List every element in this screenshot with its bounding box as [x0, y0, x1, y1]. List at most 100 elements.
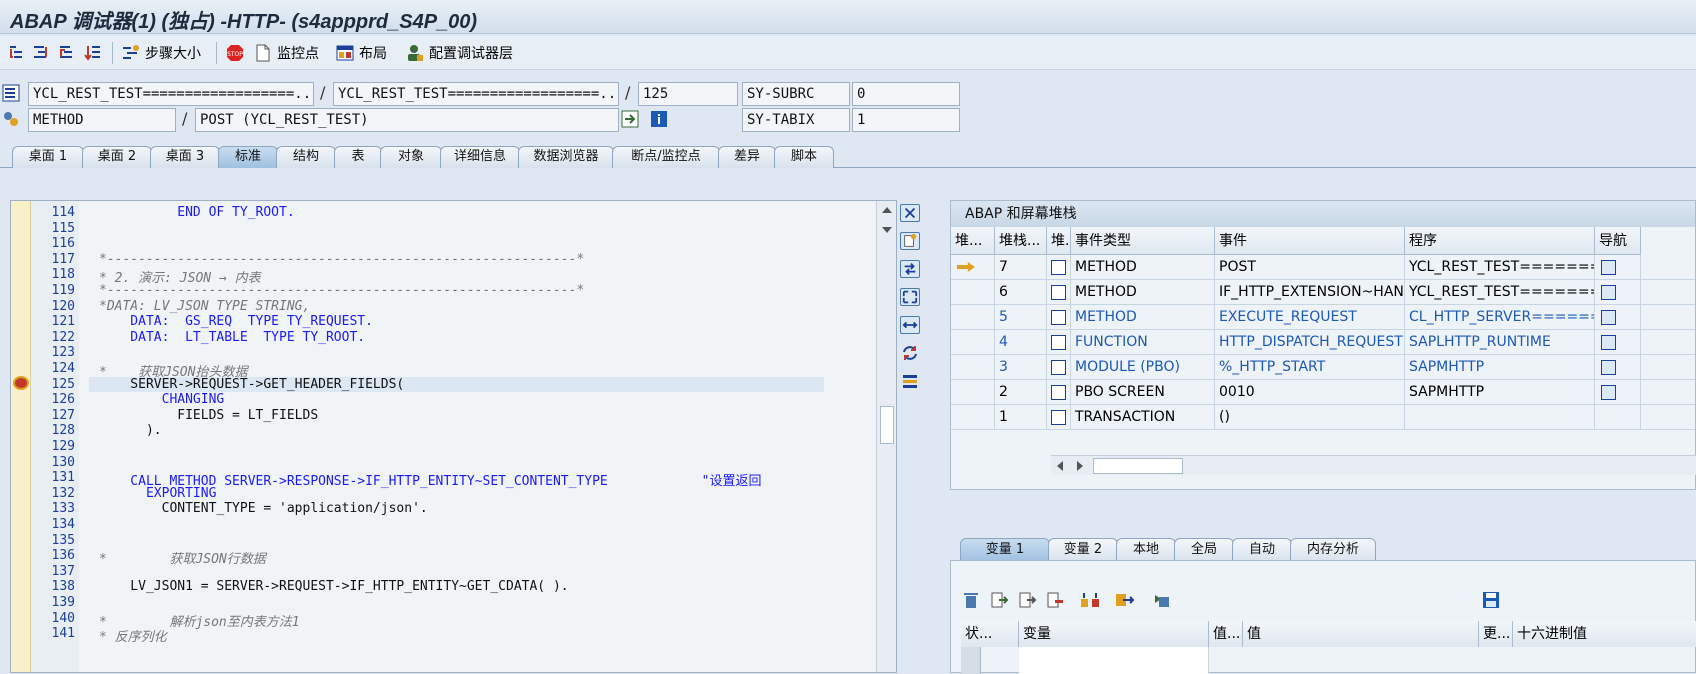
variable-tab-4[interactable]: 全局 — [1174, 538, 1234, 562]
code-line[interactable]: LV_JSON1 = SERVER->REQUEST->IF_HTTP_ENTI… — [99, 579, 568, 594]
navigate-icon[interactable] — [621, 110, 639, 128]
delete-icon[interactable] — [961, 591, 981, 609]
line-number-field[interactable]: 125 — [638, 82, 738, 106]
variable-input-cell[interactable] — [1019, 647, 1209, 674]
tab-3[interactable]: 桌面 3 — [150, 146, 220, 168]
tab-4[interactable]: 标准 — [218, 146, 278, 168]
stack-row[interactable]: 3 MODULE (PBO) %_HTTP_START SAPMHTTP — [951, 355, 1695, 380]
stack-column-header[interactable]: 堆... — [1047, 227, 1071, 255]
tab-10[interactable]: 断点/监控点 — [612, 146, 720, 168]
code-line[interactable]: CHANGING — [99, 392, 225, 407]
export-icon[interactable] — [1113, 591, 1135, 609]
tab-12[interactable]: 脚本 — [774, 146, 834, 168]
edit-row-icon[interactable] — [1017, 591, 1037, 609]
stack-row[interactable]: 7 METHOD POST YCL_REST_TEST=======... — [951, 255, 1695, 280]
stack-row[interactable]: 5 METHOD EXECUTE_REQUEST CL_HTTP_SERVER====… — [951, 305, 1695, 330]
editor-vertical-scrollbar[interactable] — [876, 201, 896, 672]
code-line[interactable]: * 反序列化 — [99, 626, 167, 645]
close-window-icon[interactable] — [900, 204, 920, 222]
breakpoint-gutter[interactable] — [11, 201, 31, 672]
stack-column-header[interactable]: 事件 — [1215, 227, 1405, 255]
code-line[interactable]: ). — [99, 423, 162, 438]
stack-row[interactable]: 2 PBO SCREEN 0010 SAPMHTTP — [951, 380, 1695, 405]
layout-button[interactable]: 布局 — [336, 42, 387, 64]
code-line[interactable]: DATA: LT_TABLE TYPE TY_ROOT. — [99, 330, 365, 345]
navigate-icon[interactable] — [1601, 360, 1616, 375]
step-size-button[interactable]: 步骤大小 — [122, 42, 201, 64]
save-icon[interactable] — [1481, 591, 1501, 609]
navigate-icon[interactable] — [1601, 335, 1616, 350]
stack-column-header[interactable]: 事件类型 — [1071, 227, 1215, 255]
sysvar-name-field-2[interactable]: SY-TABIX — [742, 108, 850, 132]
new-document-icon[interactable] — [900, 232, 920, 250]
step-into-button[interactable] — [8, 42, 26, 64]
code-line[interactable]: *---------------------------------------… — [99, 252, 584, 267]
variable-tab-3[interactable]: 本地 — [1116, 538, 1176, 562]
variable-column-header[interactable]: 值... — [1209, 621, 1243, 647]
code-line[interactable]: DATA: GS_REQ TYPE TY_REQUEST. — [99, 314, 373, 329]
tab-11[interactable]: 差异 — [718, 146, 776, 168]
remove-row-icon[interactable] — [1045, 591, 1065, 609]
tab-6[interactable]: 表 — [334, 146, 382, 168]
code-line[interactable]: EXPORTING — [99, 486, 216, 501]
navigate-icon[interactable] — [1601, 310, 1616, 325]
code-line[interactable]: END OF TY_ROOT. — [99, 205, 294, 220]
stack-column-header[interactable]: 导航 — [1595, 227, 1641, 255]
variable-tab-2[interactable]: 变量 2 — [1048, 538, 1118, 562]
insert-row-icon[interactable] — [989, 591, 1009, 609]
variable-column-header[interactable]: 值 — [1243, 621, 1479, 647]
scroll-left-icon[interactable] — [1057, 461, 1063, 471]
maximize-icon[interactable] — [900, 288, 920, 306]
sysvar-value-field-1[interactable]: 0 — [852, 82, 960, 106]
tab-7[interactable]: 对象 — [380, 146, 442, 168]
main-program-field[interactable]: YCL_REST_TEST==================... — [28, 82, 314, 106]
configure-layers-button[interactable]: 配置调试器层 — [406, 42, 513, 64]
stack-horizontal-scrollbar[interactable] — [1051, 455, 1696, 475]
code-line[interactable]: SERVER->REQUEST->GET_HEADER_FIELDS( — [89, 377, 824, 392]
row-selector-column[interactable] — [961, 647, 981, 674]
scroll-right-icon[interactable] — [1077, 461, 1083, 471]
breakpoint-icon[interactable] — [13, 376, 29, 390]
info-icon[interactable] — [650, 110, 668, 128]
refresh-icon[interactable] — [900, 344, 920, 362]
code-line[interactable]: *---------------------------------------… — [99, 283, 584, 298]
variable-column-header[interactable]: 状... — [961, 621, 1019, 647]
stack-row[interactable]: 6 METHODIF_HTTP_EXTENSION~HAND...YCL_REST… — [951, 280, 1695, 305]
continue-button[interactable] — [84, 42, 102, 64]
sysvar-value-field-2[interactable]: 1 — [852, 108, 960, 132]
watchpoint-button[interactable]: 监控点 — [254, 42, 319, 64]
stop-button[interactable]: STOP — [226, 42, 244, 64]
include-program-field[interactable]: YCL_REST_TEST==================... — [333, 82, 619, 106]
variable-column-header[interactable]: 更... — [1479, 621, 1513, 647]
navigate-icon[interactable] — [1601, 385, 1616, 400]
load-icon[interactable] — [1151, 591, 1173, 609]
swap-icon[interactable] — [900, 260, 920, 278]
variable-column-header[interactable]: 变量 — [1019, 621, 1209, 647]
stack-column-header[interactable]: 程序 — [1405, 227, 1595, 255]
stack-row[interactable]: 4 FUNCTION HTTP_DISPATCH_REQUEST SAPLHTTP_R… — [951, 330, 1695, 355]
scroll-down-icon[interactable] — [882, 227, 892, 233]
tab-9[interactable]: 数据浏览器 — [518, 146, 614, 168]
scroll-thumb[interactable] — [880, 406, 894, 444]
resize-horizontal-icon[interactable] — [900, 316, 920, 334]
code-line[interactable]: *DATA: LV_JSON TYPE STRING, — [99, 299, 310, 314]
settings-icon[interactable] — [900, 372, 920, 390]
return-button[interactable] — [58, 42, 76, 64]
variable-column-header[interactable]: 十六进制值 — [1513, 621, 1696, 647]
variable-tab-1[interactable]: 变量 1 — [960, 538, 1050, 562]
transfer-icon[interactable] — [1079, 591, 1101, 609]
step-over-button[interactable] — [32, 42, 50, 64]
variable-tab-5[interactable]: 自动 — [1232, 538, 1292, 562]
code-line[interactable]: CONTENT_TYPE = 'application/json'. — [99, 501, 428, 516]
tab-8[interactable]: 详细信息 — [440, 146, 520, 168]
tab-5[interactable]: 结构 — [276, 146, 336, 168]
navigate-icon[interactable] — [1601, 285, 1616, 300]
navigate-icon[interactable] — [1601, 260, 1616, 275]
stack-column-header[interactable]: 堆... — [951, 227, 995, 255]
source-code-editor[interactable]: 114 115 116 117 118 119 120 121 122 123 124 125 126 1… — [10, 200, 897, 673]
scroll-thumb[interactable] — [1093, 458, 1183, 474]
stack-row[interactable]: 1 TRANSACTION() — [951, 405, 1695, 430]
stack-column-header[interactable]: 堆栈... — [995, 227, 1047, 255]
sysvar-name-field-1[interactable]: SY-SUBRC — [742, 82, 850, 106]
tab-1[interactable]: 桌面 1 — [12, 146, 84, 168]
